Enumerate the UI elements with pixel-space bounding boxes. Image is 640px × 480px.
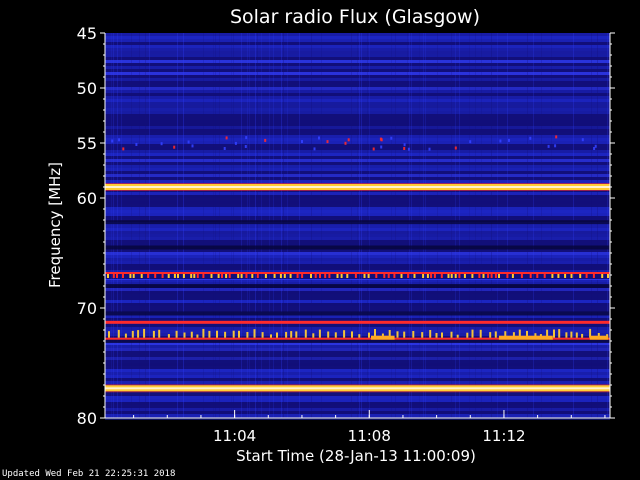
dark-band (105, 311, 610, 316)
y-tick-label: 45 (77, 24, 97, 43)
heatmap-area (105, 33, 610, 420)
chart-title: Solar radio Flux (Glasgow) (230, 6, 480, 28)
dark-band (105, 220, 610, 225)
x-tick-label: 11:04 (213, 427, 256, 445)
y-tick-label: 60 (77, 189, 97, 208)
x-tick-label: 11:08 (348, 427, 391, 445)
spectrogram-chart: Solar radio Flux (Glasgow) 45 50 55 60 70 80 1… (0, 0, 640, 480)
x-tick-label: 11:12 (482, 427, 525, 445)
dark-band (105, 245, 610, 250)
y-axis-label: Frequency [MHz] (46, 162, 64, 288)
y-tick-label: 70 (77, 299, 97, 318)
y-tick-label: 50 (77, 79, 97, 98)
x-axis-label: Start Time (28-Jan-13 11:00:09) (236, 447, 476, 465)
y-tick-label: 80 (77, 409, 97, 428)
y-tick-label: 55 (77, 134, 97, 153)
emission-band (105, 320, 610, 324)
dark-band (105, 284, 610, 288)
updated-timestamp: Updated Wed Feb 21 22:25:31 2018 (2, 469, 176, 479)
emission-band (105, 272, 610, 274)
